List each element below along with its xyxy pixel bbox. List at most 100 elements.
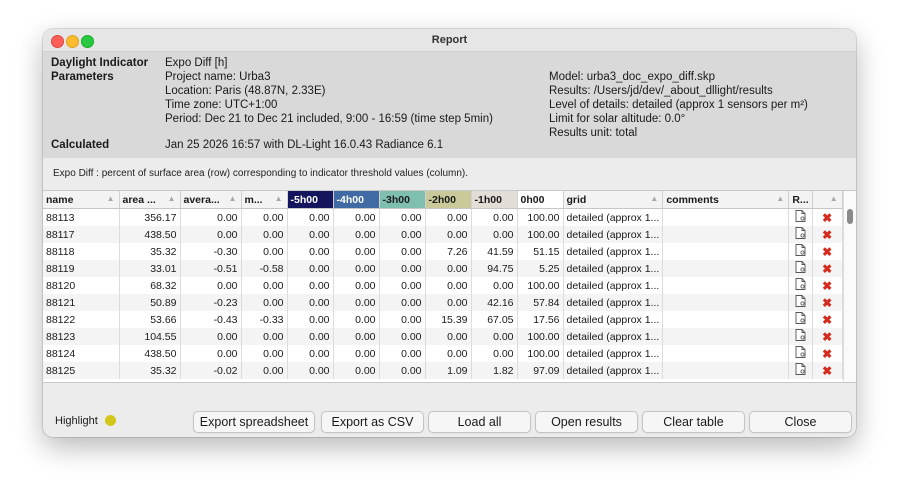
document-icon[interactable] bbox=[788, 311, 813, 328]
export-csv-button[interactable]: Export as CSV bbox=[321, 411, 424, 433]
column-header[interactable]: grid ▲ bbox=[563, 191, 664, 209]
sort-arrow-icon: ▲ bbox=[829, 194, 838, 203]
table-row[interactable]: 88124 438.50 0.00 0.00 0.00 0.00 0.00 0.00 0.00 1… bbox=[43, 345, 843, 362]
param-right-line: Results unit: total bbox=[549, 127, 638, 139]
document-icon[interactable] bbox=[788, 362, 813, 379]
table-cell: 0.00 bbox=[287, 328, 334, 345]
vertical-scrollbar[interactable] bbox=[843, 191, 856, 382]
table-cell: 0.00 bbox=[333, 328, 380, 345]
table-row[interactable]: 88121 50.89 -0.23 0.00 0.00 0.00 0.00 0.00 42.16… bbox=[43, 294, 843, 311]
export-spreadsheet-button[interactable]: Export spreadsheet bbox=[193, 411, 315, 433]
table-cell: 41.59 bbox=[471, 243, 518, 260]
column-header-label: -2h00 bbox=[428, 193, 456, 206]
table-cell: 0.00 bbox=[287, 260, 334, 277]
delete-icon[interactable]: ✖ bbox=[812, 294, 843, 311]
table-cell: 51.15 bbox=[517, 243, 564, 260]
column-header-label: avera... bbox=[183, 193, 220, 206]
table-cell: 0.00 bbox=[241, 294, 288, 311]
column-header[interactable]: 0h00 bbox=[517, 191, 564, 209]
table-cell: 0.00 bbox=[379, 243, 426, 260]
document-icon[interactable] bbox=[788, 260, 813, 277]
document-icon[interactable] bbox=[788, 208, 813, 226]
open-results-button[interactable]: Open results bbox=[535, 411, 638, 433]
table-cell: 0.00 bbox=[333, 243, 380, 260]
column-header-label: -3h00 bbox=[382, 193, 410, 206]
column-header[interactable]: R... bbox=[788, 191, 813, 209]
column-header[interactable]: name ▲ bbox=[43, 191, 120, 209]
load-all-button[interactable]: Load all bbox=[428, 411, 531, 433]
table-cell: 35.32 bbox=[119, 362, 181, 379]
document-icon[interactable] bbox=[788, 226, 813, 243]
column-header[interactable]: comments ▲ bbox=[662, 191, 790, 209]
table-cell: 15.39 bbox=[425, 311, 472, 328]
table-cell: 100.00 bbox=[517, 226, 564, 243]
title-bar: Report bbox=[43, 29, 856, 52]
scrollbar-thumb[interactable] bbox=[847, 209, 853, 224]
table-cell: 0.00 bbox=[333, 277, 380, 294]
delete-icon[interactable]: ✖ bbox=[812, 277, 843, 294]
column-header[interactable]: m... ▲ bbox=[241, 191, 288, 209]
results-table-container[interactable]: name ▲ area ... ▲ avera... ▲ m... ▲ -5h00 -4h00 -3… bbox=[43, 190, 856, 383]
table-body: 88113 356.17 0.00 0.00 0.00 0.00 0.00 0.00 0.00 1… bbox=[43, 208, 843, 379]
delete-icon[interactable]: ✖ bbox=[812, 243, 843, 260]
table-cell: 438.50 bbox=[119, 226, 181, 243]
column-header[interactable]: -1h00 bbox=[471, 191, 518, 209]
column-header[interactable]: -4h00 bbox=[333, 191, 380, 209]
table-cell: 104.55 bbox=[119, 328, 181, 345]
delete-icon[interactable]: ✖ bbox=[812, 311, 843, 328]
document-icon[interactable] bbox=[788, 345, 813, 362]
table-cell: 0.00 bbox=[333, 208, 380, 226]
param-left-line: Period: Dec 21 to Dec 21 included, 9:00 … bbox=[165, 113, 493, 125]
table-cell: 0.00 bbox=[241, 362, 288, 379]
column-header[interactable]: -2h00 bbox=[425, 191, 472, 209]
table-cell: 0.00 bbox=[379, 226, 426, 243]
delete-icon[interactable]: ✖ bbox=[812, 260, 843, 277]
table-cell bbox=[662, 328, 790, 345]
table-cell: 0.00 bbox=[287, 311, 334, 328]
column-header[interactable]: avera... ▲ bbox=[180, 191, 242, 209]
table-row[interactable]: 88118 35.32 -0.30 0.00 0.00 0.00 0.00 7.26 41.59… bbox=[43, 243, 843, 260]
table-row[interactable]: 88113 356.17 0.00 0.00 0.00 0.00 0.00 0.00 0.00 1… bbox=[43, 208, 843, 226]
document-icon[interactable] bbox=[788, 328, 813, 345]
delete-icon[interactable]: ✖ bbox=[812, 208, 843, 226]
table-cell: 0.00 bbox=[425, 294, 472, 311]
delete-icon[interactable]: ✖ bbox=[812, 362, 843, 379]
table-cell: 0.00 bbox=[333, 311, 380, 328]
column-header[interactable]: area ... ▲ bbox=[119, 191, 181, 209]
table-cell: 0.00 bbox=[379, 362, 426, 379]
table-row[interactable]: 88122 53.66 -0.43 -0.33 0.00 0.00 0.00 15.39 67.… bbox=[43, 311, 843, 328]
info-panel: Daylight Indicator Expo Diff [h] Paramet… bbox=[43, 52, 856, 158]
delete-icon[interactable]: ✖ bbox=[812, 226, 843, 243]
param-right-line: Results: /Users/jd/dev/_about_dllight/re… bbox=[549, 85, 773, 97]
sort-arrow-icon: ▲ bbox=[650, 194, 659, 203]
close-button[interactable]: Close bbox=[749, 411, 852, 433]
table-row[interactable]: 88120 68.32 0.00 0.00 0.00 0.00 0.00 0.00 0.00 10… bbox=[43, 277, 843, 294]
highlight-color-swatch[interactable] bbox=[105, 415, 116, 426]
table-cell: 0.00 bbox=[333, 260, 380, 277]
table-cell: 50.89 bbox=[119, 294, 181, 311]
table-cell: 1.82 bbox=[471, 362, 518, 379]
document-icon[interactable] bbox=[788, 277, 813, 294]
table-cell: -0.43 bbox=[180, 311, 242, 328]
table-row[interactable]: 88123 104.55 0.00 0.00 0.00 0.00 0.00 0.00 0.00 1… bbox=[43, 328, 843, 345]
table-row[interactable]: 88117 438.50 0.00 0.00 0.00 0.00 0.00 0.00 0.00 1… bbox=[43, 226, 843, 243]
document-icon[interactable] bbox=[788, 294, 813, 311]
table-row[interactable]: 88125 35.32 -0.02 0.00 0.00 0.00 0.00 1.09 1.82 9… bbox=[43, 362, 843, 379]
column-header[interactable]: ▲ bbox=[812, 191, 843, 209]
parameters-label: Parameters bbox=[51, 71, 114, 83]
column-header[interactable]: -3h00 bbox=[379, 191, 426, 209]
table-row[interactable]: 88119 33.01 -0.51 -0.58 0.00 0.00 0.00 0.00 94.7… bbox=[43, 260, 843, 277]
document-icon[interactable] bbox=[788, 243, 813, 260]
column-header[interactable]: -5h00 bbox=[287, 191, 334, 209]
delete-icon[interactable]: ✖ bbox=[812, 345, 843, 362]
table-cell: -0.33 bbox=[241, 311, 288, 328]
delete-icon[interactable]: ✖ bbox=[812, 328, 843, 345]
column-header-label: -5h00 bbox=[290, 193, 318, 206]
table-cell: 88117 bbox=[43, 226, 120, 243]
table-cell: 0.00 bbox=[379, 311, 426, 328]
highlight-label: Highlight bbox=[55, 415, 98, 427]
table-cell: 0.00 bbox=[180, 277, 242, 294]
table-cell: detailed (approx 1... bbox=[563, 311, 664, 328]
clear-table-button[interactable]: Clear table bbox=[642, 411, 745, 433]
sort-arrow-icon: ▲ bbox=[274, 194, 283, 203]
